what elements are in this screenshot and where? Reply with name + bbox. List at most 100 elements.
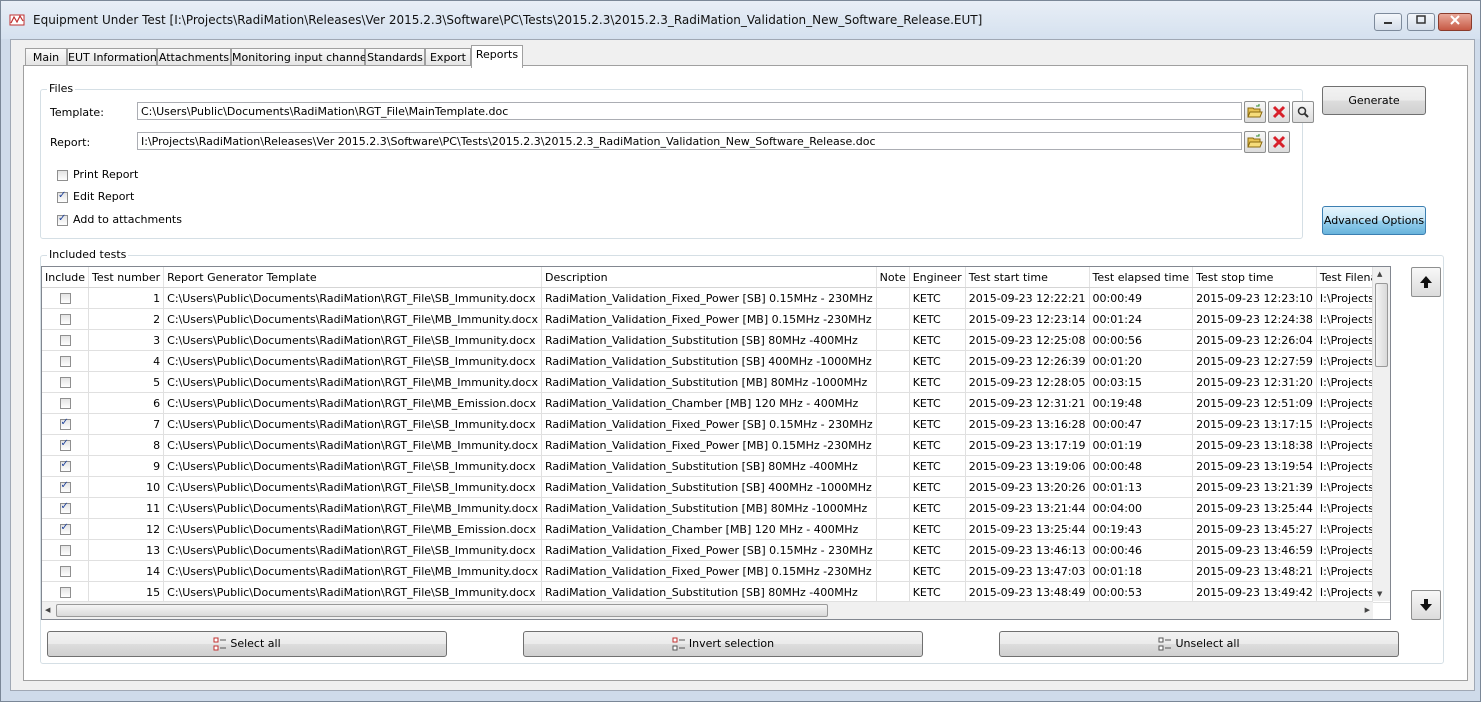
include-cell[interactable] — [42, 497, 90, 519]
include-checkbox[interactable] — [59, 545, 71, 556]
col-elapsed-time-header[interactable]: Test elapsed time — [1089, 267, 1194, 288]
table-row[interactable]: 3 C:\Users\Public\Documents\RadiMation\RG… — [42, 329, 1390, 351]
include-checkbox[interactable] — [59, 480, 71, 493]
description-cell: RadiMation_Validation_Fixed_Power [MB] 0… — [541, 308, 877, 330]
engineer-cell: KETC — [909, 371, 966, 393]
select-all-button[interactable]: Select all — [47, 631, 447, 657]
edit-report-checkbox[interactable] — [57, 190, 68, 203]
grid-horizontal-scrollbar[interactable]: ◀ ▶ — [42, 601, 1373, 619]
include-cell[interactable] — [42, 434, 90, 456]
tab-reports[interactable]: Reports — [471, 45, 523, 68]
table-row[interactable]: 12C:\Users\Public\Documents\RadiMation\R… — [42, 518, 1390, 540]
include-checkbox[interactable] — [59, 356, 71, 367]
col-start-time-header[interactable]: Test start time — [965, 267, 1090, 288]
include-cell[interactable] — [42, 539, 90, 561]
maximize-icon — [1416, 15, 1426, 24]
table-row[interactable]: 14 C:\Users\Public\Documents\RadiMation\R… — [42, 560, 1390, 582]
table-row[interactable]: 6 C:\Users\Public\Documents\RadiMation\RG… — [42, 392, 1390, 414]
report-browse-button[interactable] — [1244, 131, 1266, 153]
stop-time-cell: 2015-09-23 13:19:54 — [1192, 455, 1317, 477]
col-include-header[interactable]: Include — [42, 267, 90, 288]
table-row[interactable]: 2 C:\Users\Public\Documents\RadiMation\RG… — [42, 308, 1390, 330]
table-row[interactable]: 4 C:\Users\Public\Documents\RadiMation\RG… — [42, 350, 1390, 372]
template-view-button[interactable] — [1292, 101, 1314, 123]
template-delete-button[interactable] — [1268, 101, 1290, 123]
maximize-button[interactable] — [1407, 13, 1435, 31]
invert-selection-button[interactable]: Invert selection — [523, 631, 923, 657]
include-cell[interactable] — [42, 455, 90, 477]
table-row[interactable]: 9C:\Users\Public\Documents\RadiMation\RG… — [42, 455, 1390, 477]
template-cell: C:\Users\Public\Documents\RadiMation\RGT… — [163, 329, 542, 351]
add-to-attachments-label[interactable]: Add to attachments — [73, 213, 182, 226]
print-report-label[interactable]: Print Report — [73, 168, 138, 181]
engineer-cell: KETC — [909, 560, 966, 582]
include-checkbox[interactable] — [59, 314, 71, 325]
template-path-field[interactable]: C:\Users\Public\Documents\RadiMation\RGT… — [137, 102, 1242, 120]
col-stop-time-header[interactable]: Test stop time — [1192, 267, 1317, 288]
generate-button[interactable]: Generate — [1322, 86, 1426, 115]
col-description-header[interactable]: Description — [541, 267, 877, 288]
invert-selection-icon — [672, 637, 685, 651]
report-path-field[interactable]: I:\Projects\RadiMation\Releases\Ver 2015… — [137, 132, 1242, 150]
start-time-cell: 2015-09-23 13:16:28 — [965, 413, 1090, 435]
table-row[interactable]: 1 C:\Users\Public\Documents\RadiMation\RG… — [42, 287, 1390, 309]
tests-grid[interactable]: Include Test number Report Generator Tem… — [41, 266, 1391, 620]
col-template-header[interactable]: Report Generator Template — [163, 267, 542, 288]
stop-time-cell: 2015-09-23 12:26:04 — [1192, 329, 1317, 351]
include-checkbox[interactable] — [59, 587, 71, 598]
unselect-all-button[interactable]: Unselect all — [999, 631, 1399, 657]
include-cell[interactable] — [42, 287, 90, 309]
include-checkbox[interactable] — [59, 459, 71, 472]
table-row[interactable]: 11C:\Users\Public\Documents\RadiMation\R… — [42, 497, 1390, 519]
table-row[interactable]: 7C:\Users\Public\Documents\RadiMation\RG… — [42, 413, 1390, 435]
scroll-right-arrow-icon[interactable]: ▶ — [1365, 606, 1370, 614]
grid-vertical-scrollbar[interactable]: ▲ ▼ — [1372, 267, 1390, 601]
move-down-button[interactable] — [1411, 590, 1441, 620]
template-browse-button[interactable] — [1244, 101, 1266, 123]
add-to-attachments-checkbox[interactable] — [57, 213, 68, 226]
table-row[interactable]: 15 C:\Users\Public\Documents\RadiMation\R… — [42, 581, 1390, 603]
open-folder-icon — [1247, 134, 1263, 148]
horizontal-scroll-thumb[interactable] — [56, 604, 828, 617]
include-cell[interactable] — [42, 560, 90, 582]
print-report-checkbox[interactable] — [57, 170, 68, 181]
include-checkbox[interactable] — [59, 293, 71, 304]
include-checkbox[interactable] — [59, 522, 71, 535]
edit-report-label[interactable]: Edit Report — [73, 190, 134, 203]
advanced-options-button[interactable]: Advanced Options — [1322, 206, 1426, 235]
scroll-left-arrow-icon[interactable]: ◀ — [45, 606, 50, 614]
table-row[interactable]: 13 C:\Users\Public\Documents\RadiMation\R… — [42, 539, 1390, 561]
include-checkbox[interactable] — [59, 566, 71, 577]
include-cell[interactable] — [42, 581, 90, 603]
include-cell[interactable] — [42, 371, 90, 393]
close-button[interactable] — [1438, 13, 1472, 31]
include-cell[interactable] — [42, 329, 90, 351]
include-checkbox[interactable] — [59, 417, 71, 430]
include-cell[interactable] — [42, 413, 90, 435]
include-checkbox[interactable] — [59, 335, 71, 346]
col-engineer-header[interactable]: Engineer — [909, 267, 966, 288]
title-bar[interactable]: Equipment Under Test [I:\Projects\RadiMa… — [1, 1, 1480, 39]
client-area: Main EUT Information Attachments Monitor… — [10, 39, 1475, 691]
col-note-header[interactable]: Note — [876, 267, 910, 288]
report-delete-button[interactable] — [1268, 131, 1290, 153]
include-cell[interactable] — [42, 350, 90, 372]
vertical-scroll-thumb[interactable] — [1375, 283, 1388, 367]
minimize-button[interactable] — [1374, 13, 1402, 31]
move-up-button[interactable] — [1411, 267, 1441, 297]
include-cell[interactable] — [42, 518, 90, 540]
col-test-number-header[interactable]: Test number — [88, 267, 165, 288]
table-row[interactable]: 5 C:\Users\Public\Documents\RadiMation\RG… — [42, 371, 1390, 393]
template-label: Template: — [50, 106, 104, 119]
include-cell[interactable] — [42, 392, 90, 414]
scroll-up-arrow-icon[interactable]: ▲ — [1377, 270, 1382, 278]
include-checkbox[interactable] — [59, 501, 71, 514]
include-cell[interactable] — [42, 476, 90, 498]
table-row[interactable]: 10C:\Users\Public\Documents\RadiMation\R… — [42, 476, 1390, 498]
table-row[interactable]: 8C:\Users\Public\Documents\RadiMation\RG… — [42, 434, 1390, 456]
include-cell[interactable] — [42, 308, 90, 330]
include-checkbox[interactable] — [59, 377, 71, 388]
scroll-down-arrow-icon[interactable]: ▼ — [1377, 590, 1382, 598]
include-checkbox[interactable] — [59, 398, 71, 409]
include-checkbox[interactable] — [59, 438, 71, 451]
